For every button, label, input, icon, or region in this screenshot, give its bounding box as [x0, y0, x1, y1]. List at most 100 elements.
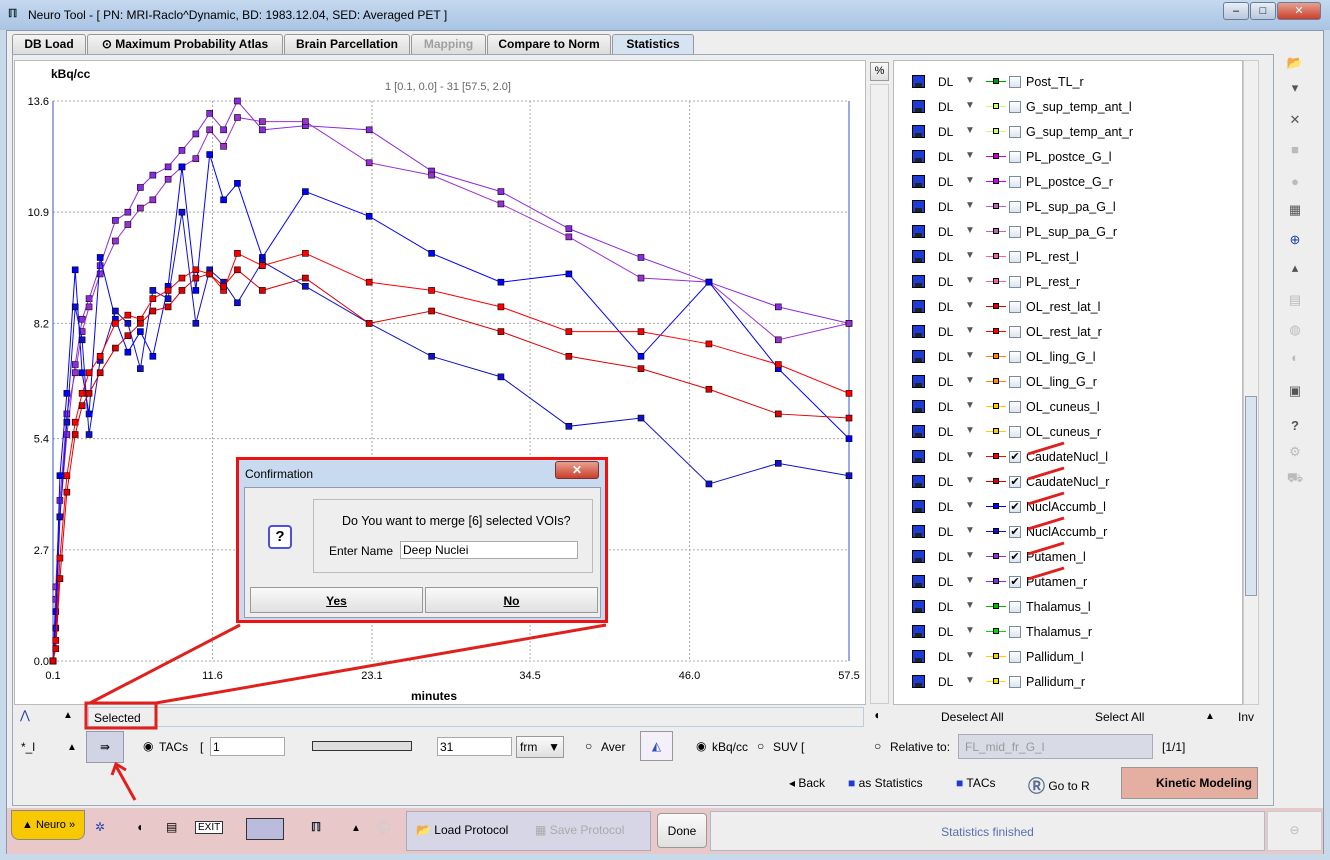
- selection-field[interactable]: Selected: [88, 707, 864, 727]
- dropdown-icon[interactable]: ▼: [965, 475, 975, 486]
- print-icon[interactable]: ▤: [1280, 292, 1310, 314]
- voi-row[interactable]: DL ▼ G_sup_temp_ant_r: [894, 119, 1244, 144]
- done-button[interactable]: Done: [657, 813, 707, 848]
- zoom-icon[interactable]: ⊕: [1280, 232, 1310, 254]
- app-logo-icon[interactable]: ℿ: [311, 820, 321, 834]
- dropdown-icon[interactable]: ▼: [965, 225, 975, 236]
- tab-db-load[interactable]: DB Load: [12, 34, 86, 54]
- dropdown-icon[interactable]: ▼: [965, 675, 975, 686]
- save-voi-icon[interactable]: [912, 600, 925, 613]
- save-voi-icon[interactable]: [912, 400, 925, 413]
- merge-vois-button[interactable]: ⇛: [86, 731, 124, 763]
- up-arrow-icon[interactable]: ▲: [351, 823, 361, 834]
- voi-icon[interactable]: ◖: [873, 708, 880, 722]
- voi-row[interactable]: DL ▼ ✔ Putamen_r: [894, 569, 1244, 594]
- dropdown-icon[interactable]: ▼: [965, 350, 975, 361]
- exit-icon[interactable]: EXIT: [195, 821, 224, 834]
- voi-checkbox[interactable]: ✔: [1009, 551, 1021, 563]
- aver-radio[interactable]: ○: [585, 739, 592, 753]
- dropdown-icon[interactable]: ▼: [965, 425, 975, 436]
- minimize-button[interactable]: –: [1223, 2, 1249, 20]
- save-voi-icon[interactable]: [912, 100, 925, 113]
- voi-list-scrollbar[interactable]: [1243, 60, 1259, 705]
- plot-area-button[interactable]: ◭: [640, 731, 673, 761]
- voi-row[interactable]: DL ▼ OL_ling_G_l: [894, 344, 1244, 369]
- voi-checkbox[interactable]: [1009, 276, 1021, 288]
- dropdown-icon[interactable]: ▼: [965, 375, 975, 386]
- dropdown-icon[interactable]: ▼: [965, 575, 975, 586]
- dropdown-icon[interactable]: ▼: [965, 650, 975, 661]
- voi-checkbox[interactable]: [1009, 326, 1021, 338]
- voi-row[interactable]: DL ▼ Pallidum_l: [894, 644, 1244, 669]
- save-voi-icon[interactable]: [912, 550, 925, 563]
- scrollbar-thumb[interactable]: [1245, 396, 1257, 596]
- save-voi-icon[interactable]: [912, 300, 925, 313]
- load-protocol-button[interactable]: 📂 Load Protocol: [416, 823, 508, 837]
- frame-from-input[interactable]: [210, 737, 285, 756]
- voi-name-input[interactable]: [400, 541, 578, 559]
- voi-checkbox[interactable]: [1009, 126, 1021, 138]
- save-voi-icon[interactable]: [912, 475, 925, 488]
- save-voi-icon[interactable]: [912, 350, 925, 363]
- voi-checkbox[interactable]: [1009, 201, 1021, 213]
- stop-icon[interactable]: ⊖: [1267, 811, 1322, 851]
- voi-checkbox[interactable]: [1009, 676, 1021, 688]
- voi-row[interactable]: DL ▼ OL_rest_lat_r: [894, 319, 1244, 344]
- save-voi-icon[interactable]: [912, 200, 925, 213]
- yes-button[interactable]: Yes: [250, 587, 423, 613]
- select-all-button[interactable]: Select All: [1095, 710, 1144, 724]
- voi-icon[interactable]: ◖: [136, 820, 143, 834]
- save-voi-icon[interactable]: [912, 525, 925, 538]
- voi-checkbox[interactable]: ✔: [1009, 501, 1021, 513]
- save-voi-icon[interactable]: [912, 150, 925, 163]
- back-button[interactable]: ◂ Back: [789, 776, 825, 790]
- dropdown-icon[interactable]: ▼: [965, 500, 975, 511]
- voi-row[interactable]: DL ▼ Thalamus_r: [894, 619, 1244, 644]
- voi-row[interactable]: DL ▼ OL_ling_G_r: [894, 369, 1244, 394]
- up-arrow-icon[interactable]: ▲: [67, 742, 77, 753]
- dropdown-icon[interactable]: ▼: [965, 275, 975, 286]
- voi-row[interactable]: DL ▼ Pallidum_r: [894, 669, 1244, 694]
- save-voi-icon[interactable]: [912, 375, 925, 388]
- voi-checkbox[interactable]: [1009, 176, 1021, 188]
- frame-to-input[interactable]: [437, 737, 512, 756]
- no-button[interactable]: No: [425, 587, 598, 613]
- save-voi-icon[interactable]: [912, 250, 925, 263]
- save-voi-icon[interactable]: [912, 450, 925, 463]
- percent-button[interactable]: %: [870, 62, 889, 81]
- voi-checkbox[interactable]: [1009, 301, 1021, 313]
- neuro-menu-button[interactable]: ▲ Neuro »: [11, 810, 85, 840]
- voi-row[interactable]: DL ▼ OL_cuneus_r: [894, 419, 1244, 444]
- tab-brain-parcellation[interactable]: Brain Parcellation: [284, 34, 410, 54]
- voi-row[interactable]: DL ▼ OL_cuneus_l: [894, 394, 1244, 419]
- invert-button[interactable]: Inv: [1238, 710, 1254, 724]
- dropdown-icon[interactable]: ▼: [965, 325, 975, 336]
- contrast-icon[interactable]: ◐: [1280, 350, 1310, 372]
- frame-range-slider[interactable]: [312, 741, 412, 751]
- suv-radio[interactable]: ○: [757, 739, 764, 753]
- save-voi-icon[interactable]: [912, 425, 925, 438]
- go-to-r-button[interactable]: Ⓡ Go to R: [1028, 772, 1090, 797]
- voi-row[interactable]: DL ▼ G_sup_temp_ant_l: [894, 94, 1244, 119]
- relative-voi-select[interactable]: FL_mid_fr_G_l: [958, 734, 1153, 759]
- open-folder-icon[interactable]: 📂: [1280, 55, 1310, 77]
- copyright-icon[interactable]: ©: [377, 817, 390, 838]
- brain-icon[interactable]: ◍: [1280, 322, 1310, 344]
- save-voi-icon[interactable]: [912, 625, 925, 638]
- tab-statistics[interactable]: Statistics: [612, 34, 694, 54]
- console-icon[interactable]: ▣: [1280, 383, 1310, 405]
- kbq-radio[interactable]: ◉: [696, 739, 706, 753]
- chart-scrollbar[interactable]: [870, 84, 889, 704]
- voi-checkbox[interactable]: [1009, 251, 1021, 263]
- voi-checkbox[interactable]: [1009, 426, 1021, 438]
- dropdown-icon[interactable]: ▾: [1280, 80, 1310, 102]
- voi-checkbox[interactable]: [1009, 626, 1021, 638]
- plugin-icon[interactable]: ✲: [95, 820, 105, 834]
- save-as-statistics-button[interactable]: ■ as Statistics: [848, 776, 923, 790]
- up-arrow-icon[interactable]: ▲: [1205, 711, 1215, 722]
- voi-checkbox[interactable]: [1009, 151, 1021, 163]
- voi-checkbox[interactable]: [1009, 651, 1021, 663]
- voi-row[interactable]: DL ▼ PL_sup_pa_G_r: [894, 219, 1244, 244]
- dropdown-icon[interactable]: ▼: [965, 200, 975, 211]
- delete-icon[interactable]: ✕: [1280, 112, 1310, 134]
